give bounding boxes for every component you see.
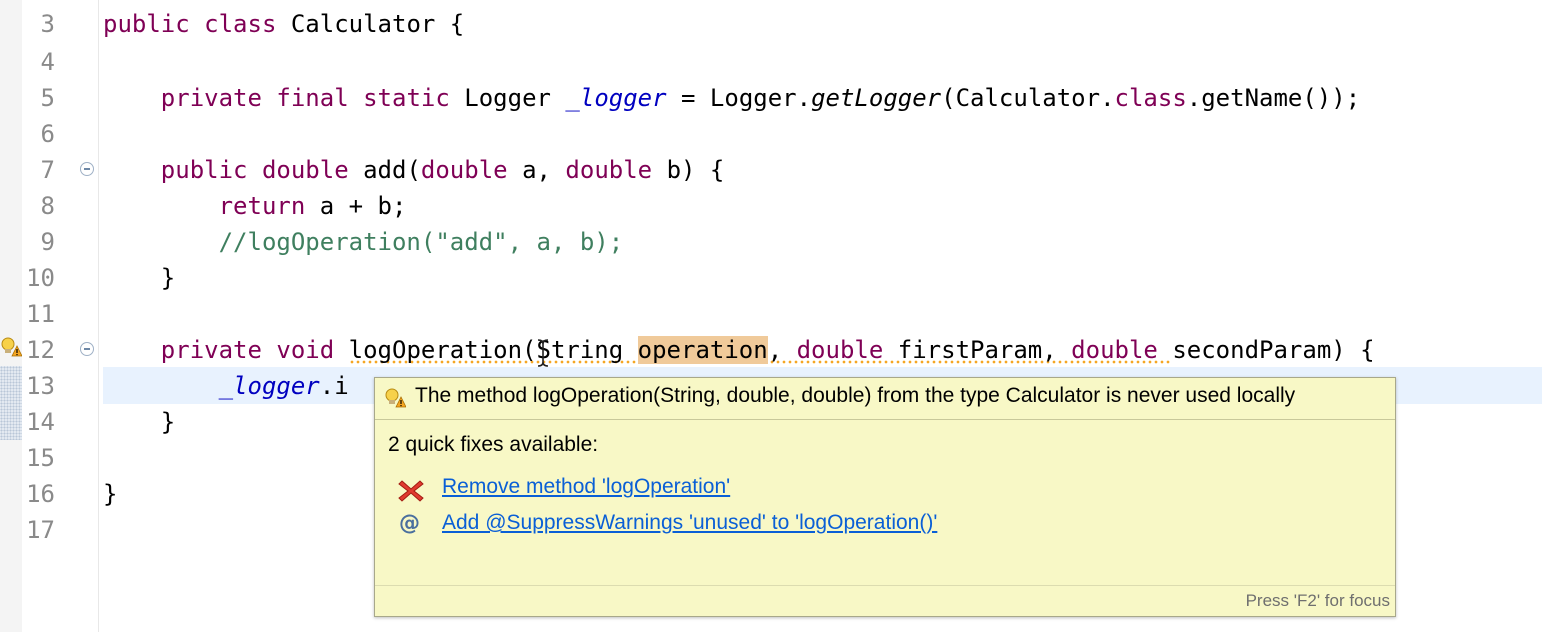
add-suppresswarnings-link[interactable]: Add @SuppressWarnings 'unused' to 'logOp… (442, 511, 937, 535)
line-number: 7 (40, 156, 55, 184)
code-line-13: _logger.i (103, 368, 349, 404)
keyword: double (420, 156, 508, 184)
keyword: double (565, 156, 653, 184)
field-name: _logger (565, 84, 667, 112)
param-text: a, (522, 156, 551, 184)
keyword: private (160, 336, 262, 364)
brace: } (103, 480, 118, 508)
code-text: , (767, 336, 783, 364)
code-line-9: //logOperation("add", a, b); (103, 224, 624, 260)
code-text: a + b; (319, 192, 407, 220)
code-line-7: public double add(double a, double b) { (103, 152, 725, 188)
line-number: 4 (40, 48, 55, 76)
remove-method-link[interactable]: Remove method 'logOperation' (442, 475, 730, 499)
keyword: double (1071, 336, 1158, 364)
keyword: final (276, 84, 349, 112)
keyword: double (796, 336, 884, 364)
keyword: double (261, 156, 349, 184)
warning-lightbulb-icon (385, 388, 406, 408)
static-method: getLogger (811, 84, 942, 112)
code-line-14: } (103, 404, 175, 440)
code-text: (Calculator. (941, 84, 1115, 112)
occurrence-highlight: operation (637, 336, 768, 364)
line-number: 8 (40, 192, 55, 220)
warning-lightbulb-icon[interactable] (0, 337, 22, 357)
line-number: 11 (26, 300, 55, 328)
fold-collapse-icon[interactable] (80, 342, 94, 356)
field-name: _logger (218, 372, 320, 400)
ruler-highlight-mark (0, 366, 22, 440)
class-name: Calculator { (290, 10, 465, 38)
brace: } (160, 408, 176, 436)
code-text: = Logger. (681, 84, 812, 112)
line-number: 12 (26, 336, 55, 364)
line-number: 15 (26, 444, 55, 472)
code-line-10: } (103, 260, 175, 296)
warning-underlined-signature[interactable]: logOperation(String operation, double fi… (348, 336, 1173, 364)
popup-header: The method logOperation(String, double, … (375, 378, 1395, 420)
param-text: secondParam) { (1172, 336, 1375, 364)
line-number: 9 (40, 228, 55, 256)
keyword: void (276, 336, 335, 364)
param-text: firstParam, (897, 336, 1057, 364)
text-cursor-icon (537, 339, 549, 367)
quick-fixes-label: 2 quick fixes available: (388, 433, 599, 456)
method-name: add( (363, 156, 421, 184)
keyword: return (218, 192, 306, 220)
line-number: 6 (40, 120, 55, 148)
line-number: 3 (40, 10, 55, 38)
code-line-8: return a + b; (103, 188, 407, 224)
line-number: 5 (40, 84, 55, 112)
line-number: 17 (26, 516, 55, 544)
keyword: class (204, 10, 277, 38)
line-number: 10 (26, 264, 55, 292)
line-number: 16 (26, 480, 55, 508)
comment-text: //logOperation("add", a, b); (218, 228, 624, 256)
type-name: Logger (464, 84, 551, 112)
keyword: private (160, 84, 262, 112)
code-line-16: } (103, 476, 117, 512)
code-line-3: public class Calculator { (103, 6, 464, 42)
code-text: .getName()); (1186, 84, 1361, 112)
annotation-at-icon: @ (399, 511, 420, 535)
keyword: public (160, 156, 248, 184)
popup-footer: Press 'F2' for focus (375, 585, 1395, 616)
code-line-12: private void logOperation(String operati… (103, 332, 1375, 368)
keyword: public (103, 10, 190, 38)
popup-title: The method logOperation(String, double, … (415, 384, 1296, 407)
code-text: .i (319, 372, 349, 400)
overview-ruler (0, 0, 22, 632)
code-line-5: private final static Logger _logger = Lo… (103, 80, 1360, 116)
line-number: 13 (26, 372, 55, 400)
fold-collapse-icon[interactable] (80, 162, 94, 176)
keyword: static (363, 84, 450, 112)
keyword: class (1114, 84, 1187, 112)
remove-x-icon (398, 480, 424, 502)
quickfix-popup: The method logOperation(String, double, … (374, 377, 1396, 617)
method-name: logOperation (348, 336, 523, 364)
brace: } (160, 264, 176, 292)
line-number: 14 (26, 408, 55, 436)
param-text: b) { (666, 156, 725, 184)
focus-hint: Press 'F2' for focus (1245, 591, 1390, 610)
